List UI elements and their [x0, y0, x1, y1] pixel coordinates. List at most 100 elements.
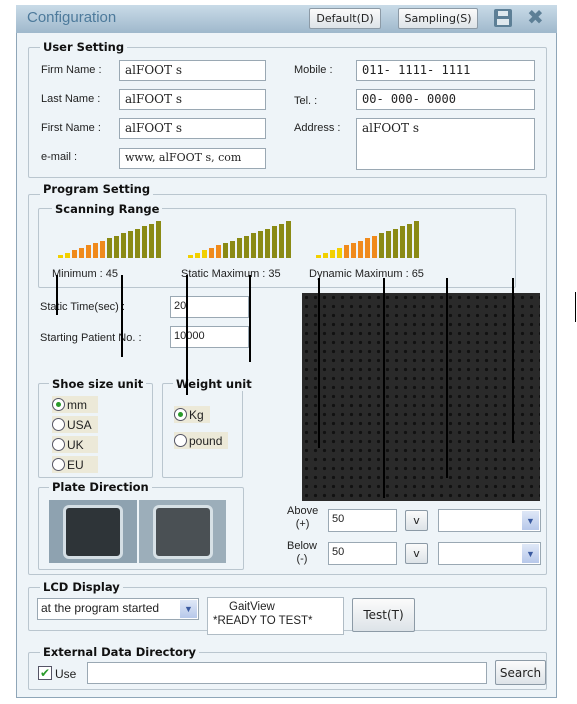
tel-label: Tel. : [294, 95, 318, 107]
tel-input[interactable]: 00- 000- 0000 [356, 89, 535, 110]
level-bar [114, 235, 119, 258]
static-time-label: Static Time(sec) : [40, 301, 125, 313]
level-bar [188, 255, 193, 258]
last-name-label: Last Name : [41, 93, 101, 105]
level-bar [323, 252, 328, 258]
sampling-button[interactable]: Sampling(S) [398, 8, 478, 29]
email-input[interactable]: www, alFOOT s, com [119, 148, 266, 169]
radio-uk[interactable]: UK [52, 436, 98, 453]
above-v-button[interactable]: v [405, 510, 428, 531]
radio-button-icon [52, 398, 65, 411]
mobile-label: Mobile : [294, 64, 333, 76]
below-select[interactable]: ▼ [438, 542, 541, 565]
lcd-preview: GaitView *READY TO TEST* [207, 597, 344, 635]
email-label: e-mail : [41, 151, 78, 163]
minimum-level-bars[interactable] [58, 221, 161, 258]
level-bar [156, 221, 161, 258]
radio-button-icon [174, 434, 187, 447]
last-name-input[interactable]: alFOOT s [119, 89, 266, 110]
level-bar [100, 240, 105, 258]
lcd-display-select[interactable]: at the program started ▼ [37, 598, 199, 620]
scanning-range-title: Scanning Range [52, 202, 163, 216]
level-bar [79, 247, 84, 258]
weight-unit-group [162, 383, 243, 478]
annotation-line [121, 275, 123, 357]
program-setting-title: Program Setting [40, 182, 154, 196]
default-button[interactable]: Default(D) [309, 8, 381, 29]
level-bar [330, 250, 335, 258]
level-bar [279, 223, 284, 258]
external-data-title: External Data Directory [40, 645, 200, 659]
level-bar [272, 226, 277, 258]
level-bar [372, 235, 377, 258]
level-bar [414, 221, 419, 258]
plate-direction-right-image[interactable] [139, 500, 226, 563]
radio-eu[interactable]: EU [52, 456, 98, 473]
close-x-icon[interactable]: ✖ [527, 5, 544, 29]
level-bar [58, 255, 63, 258]
radio-kg[interactable]: Kg [174, 406, 210, 423]
level-bar [230, 240, 235, 258]
level-bar [216, 245, 221, 258]
level-bar [337, 247, 342, 258]
lcd-display-title: LCD Display [40, 580, 123, 594]
firm-name-label: Firm Name : [41, 64, 102, 76]
level-bar [128, 231, 133, 258]
level-bar [202, 250, 207, 258]
below-input[interactable]: 50 [328, 542, 397, 565]
level-bar [223, 243, 228, 258]
user-setting-title: User Setting [40, 40, 128, 54]
level-bar [65, 252, 70, 258]
annotation-line [186, 275, 188, 395]
dynamic-maximum-label: Dynamic Maximum : 65 [309, 268, 424, 280]
dynamic-maximum-level-bars[interactable] [316, 221, 419, 258]
level-bar [286, 221, 291, 258]
starting-patient-input[interactable]: 10000 [170, 326, 249, 348]
level-bar [407, 223, 412, 258]
radio-button-icon [52, 438, 65, 451]
annotation-line [249, 275, 251, 362]
dynamic-maximum-value: 65 [411, 268, 424, 280]
static-maximum-label: Static Maximum : 35 [181, 268, 281, 280]
level-bar [344, 245, 349, 258]
test-button[interactable]: Test(T) [352, 598, 415, 632]
level-bar [93, 243, 98, 258]
first-name-input[interactable]: alFOOT s [119, 118, 266, 139]
level-bar [149, 223, 154, 258]
level-bar [351, 243, 356, 258]
shoe-size-options: mm USA UK EU [52, 396, 98, 473]
mobile-input[interactable]: 011- 1111- 1111 [356, 60, 535, 81]
level-bar [195, 252, 200, 258]
radio-pound[interactable]: pound [174, 432, 229, 449]
minimum-label: Minimum : 45 [52, 268, 119, 280]
plate-direction-title: Plate Direction [49, 480, 152, 494]
radio-mm[interactable]: mm [52, 396, 98, 413]
radio-usa[interactable]: USA [52, 416, 98, 433]
starting-patient-label: Starting Patient No. : [40, 332, 142, 344]
level-bar [258, 231, 263, 258]
static-maximum-level-bars[interactable] [188, 221, 291, 258]
plate-direction-left-image[interactable] [49, 500, 137, 563]
static-time-input[interactable]: 20 [170, 296, 249, 318]
level-bar [121, 233, 126, 258]
level-bar [316, 255, 321, 258]
window-title: Configuration [27, 9, 117, 26]
below-v-button[interactable]: v [405, 543, 428, 564]
firm-name-input[interactable]: alFOOT s [119, 60, 266, 81]
level-bar [72, 250, 77, 258]
first-name-label: First Name : [41, 122, 101, 134]
level-bar [135, 228, 140, 258]
above-select[interactable]: ▼ [438, 509, 541, 532]
address-input[interactable]: alFOOT s [356, 118, 535, 170]
chevron-down-icon: ▼ [180, 600, 197, 618]
floppy-disk-icon[interactable] [494, 9, 512, 27]
radio-button-icon [52, 458, 65, 471]
search-button[interactable]: Search [495, 660, 546, 685]
level-bar [244, 235, 249, 258]
use-checkbox[interactable]: ✔ [38, 666, 52, 680]
external-path-input[interactable] [87, 662, 487, 684]
level-bar [358, 240, 363, 258]
below-label: Below (-) [287, 540, 317, 565]
level-bar [209, 247, 214, 258]
above-input[interactable]: 50 [328, 509, 397, 532]
